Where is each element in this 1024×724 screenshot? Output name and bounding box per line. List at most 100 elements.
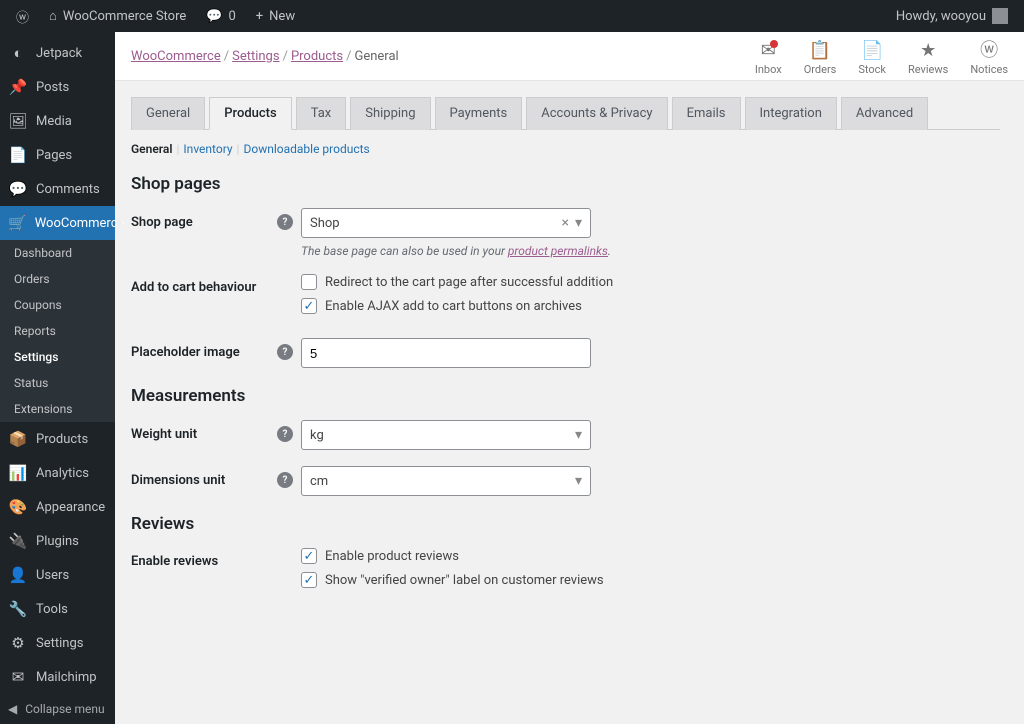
sidebar-item-label: Posts xyxy=(36,80,69,95)
help-icon[interactable]: ? xyxy=(277,344,293,360)
label-placeholder-image: Placeholder image? xyxy=(131,338,301,360)
submenu-item-dashboard[interactable]: Dashboard xyxy=(0,240,115,266)
sidebar-item-label: Settings xyxy=(36,636,83,651)
submenu-item-coupons[interactable]: Coupons xyxy=(0,292,115,318)
sidebar-item-products[interactable]: 📦Products xyxy=(0,422,115,456)
menu-icon: ◐ xyxy=(8,43,28,63)
label-weight-unit: Weight unit? xyxy=(131,420,301,442)
comments-count: 0 xyxy=(228,9,235,24)
sidebar-item-label: Pages xyxy=(36,148,72,163)
collapse-menu[interactable]: ◀Collapse menu xyxy=(0,694,115,724)
clear-icon[interactable]: × xyxy=(561,215,568,231)
sidebar-item-label: Products xyxy=(36,432,88,447)
redirect-cart-label: Redirect to the cart page after successf… xyxy=(325,275,613,290)
subtab-downloadable-products[interactable]: Downloadable products xyxy=(243,142,369,156)
tab-products[interactable]: Products xyxy=(209,97,291,130)
chevron-down-icon[interactable]: ▾ xyxy=(575,473,582,489)
top-icon-stock[interactable]: 📄 Stock xyxy=(858,42,886,76)
top-strip: WooCommerce/Settings/Products/General ✉I… xyxy=(115,32,1024,81)
admin-bar: ⓦ ⌂WooCommerce Store 💬0 +New Howdy, wooy… xyxy=(0,0,1024,32)
help-icon[interactable]: ? xyxy=(277,214,293,230)
breadcrumb-link[interactable]: Products xyxy=(291,49,343,64)
tab-emails[interactable]: Emails xyxy=(672,97,741,130)
ajax-cart-label: Enable AJAX add to cart buttons on archi… xyxy=(325,299,582,314)
badge-dot xyxy=(770,40,778,48)
permalinks-link[interactable]: product permalinks xyxy=(508,244,608,258)
submenu-item-settings[interactable]: Settings xyxy=(0,344,115,370)
menu-icon: 📊 xyxy=(8,463,28,483)
tab-general[interactable]: General xyxy=(131,97,205,130)
tab-integration[interactable]: Integration xyxy=(745,97,837,130)
sidebar-item-jetpack[interactable]: ◐Jetpack xyxy=(0,36,115,70)
sidebar-item-mailchimp[interactable]: ✉ Mailchimp xyxy=(0,660,115,694)
top-icon-reviews[interactable]: ★Reviews xyxy=(908,42,948,76)
menu-icon: 🔌 xyxy=(8,531,28,551)
reviews-icon: ★ xyxy=(920,42,936,60)
breadcrumb-link[interactable]: Settings xyxy=(232,49,279,64)
chevron-down-icon[interactable]: ▾ xyxy=(575,215,582,231)
subtab-inventory[interactable]: Inventory xyxy=(183,142,232,156)
help-icon[interactable]: ? xyxy=(277,472,293,488)
menu-icon: 🎨 xyxy=(8,497,28,517)
tab-payments[interactable]: Payments xyxy=(435,97,523,130)
sidebar-item-posts[interactable]: 📌Posts xyxy=(0,70,115,104)
sidebar-item-label: WooCommerce xyxy=(35,216,125,231)
howdy-link[interactable]: Howdy, wooyou xyxy=(888,0,1016,32)
submenu-item-reports[interactable]: Reports xyxy=(0,318,115,344)
shop-page-select[interactable]: Shop × ▾ xyxy=(301,208,591,238)
sidebar-item-label: Comments xyxy=(36,182,100,197)
submenu-item-orders[interactable]: Orders xyxy=(0,266,115,292)
top-icon-orders[interactable]: 📋Orders xyxy=(804,42,837,76)
home-icon: ⌂ xyxy=(49,8,57,24)
submenu-item-status[interactable]: Status xyxy=(0,370,115,396)
sidebar-item-comments[interactable]: 💬Comments xyxy=(0,172,115,206)
top-icon-notices[interactable]: ⓦNotices xyxy=(970,42,1008,76)
tab-shipping[interactable]: Shipping xyxy=(350,97,430,130)
sidebar-item-settings[interactable]: ⚙ Settings xyxy=(0,626,115,660)
section-reviews: Reviews xyxy=(131,514,1000,534)
checkbox-enable-reviews[interactable] xyxy=(301,548,317,564)
top-icon-inbox[interactable]: ✉Inbox xyxy=(755,42,782,76)
label-enable-reviews: Enable reviews xyxy=(131,548,301,569)
sidebar-item-users[interactable]: 👤Users xyxy=(0,558,115,592)
sidebar-item-appearance[interactable]: 🎨 Appearance xyxy=(0,490,115,524)
help-icon[interactable]: ? xyxy=(277,426,293,442)
sidebar-item-label: Tools xyxy=(36,602,68,617)
checkbox-verified-owner[interactable] xyxy=(301,572,317,588)
placeholder-image-input[interactable] xyxy=(301,338,591,368)
sidebar-item-label: Plugins xyxy=(36,534,79,549)
sidebar-item-label: Appearance xyxy=(36,500,105,515)
sidebar-item-media[interactable]: 🖼Media xyxy=(0,104,115,138)
collapse-icon: ◀ xyxy=(8,702,17,716)
tab-advanced[interactable]: Advanced xyxy=(841,97,928,130)
chevron-down-icon[interactable]: ▾ xyxy=(575,427,582,443)
checkbox-redirect-cart[interactable] xyxy=(301,274,317,290)
label-dimensions-unit: Dimensions unit? xyxy=(131,466,301,488)
shop-page-value: Shop xyxy=(310,216,340,231)
tab-accounts-privacy[interactable]: Accounts & Privacy xyxy=(526,97,667,130)
stock-icon: 📄 xyxy=(861,42,883,60)
tab-tax[interactable]: Tax xyxy=(296,97,347,130)
sidebar-item-tools[interactable]: 🔧Tools xyxy=(0,592,115,626)
breadcrumb-link[interactable]: WooCommerce xyxy=(131,49,221,64)
sidebar-item-label: Mailchimp xyxy=(36,670,97,685)
new-label: New xyxy=(269,9,295,24)
sidebar-item-pages[interactable]: 📄Pages xyxy=(0,138,115,172)
menu-icon: ⚙ xyxy=(8,633,28,653)
menu-icon: ✉ xyxy=(8,667,28,687)
sidebar-item-analytics[interactable]: 📊Analytics xyxy=(0,456,115,490)
comments-link[interactable]: 💬0 xyxy=(198,0,244,32)
sidebar-item-woocommerce[interactable]: 🛒WooCommerce xyxy=(0,206,115,240)
site-name-link[interactable]: ⌂WooCommerce Store xyxy=(41,0,194,32)
dimensions-unit-select[interactable]: cm▾ xyxy=(301,466,591,496)
top-icon-label: Stock xyxy=(858,63,886,76)
checkbox-ajax-cart[interactable] xyxy=(301,298,317,314)
submenu-item-extensions[interactable]: Extensions xyxy=(0,396,115,422)
new-content-link[interactable]: +New xyxy=(248,0,303,32)
wp-logo[interactable]: ⓦ xyxy=(8,0,37,32)
sidebar-item-plugins[interactable]: 🔌 Plugins xyxy=(0,524,115,558)
verified-owner-label: Show "verified owner" label on customer … xyxy=(325,573,604,588)
subtab-general[interactable]: General xyxy=(131,142,172,156)
weight-unit-select[interactable]: kg▾ xyxy=(301,420,591,450)
settings-tabs: GeneralProductsTaxShippingPaymentsAccoun… xyxy=(131,97,1000,130)
